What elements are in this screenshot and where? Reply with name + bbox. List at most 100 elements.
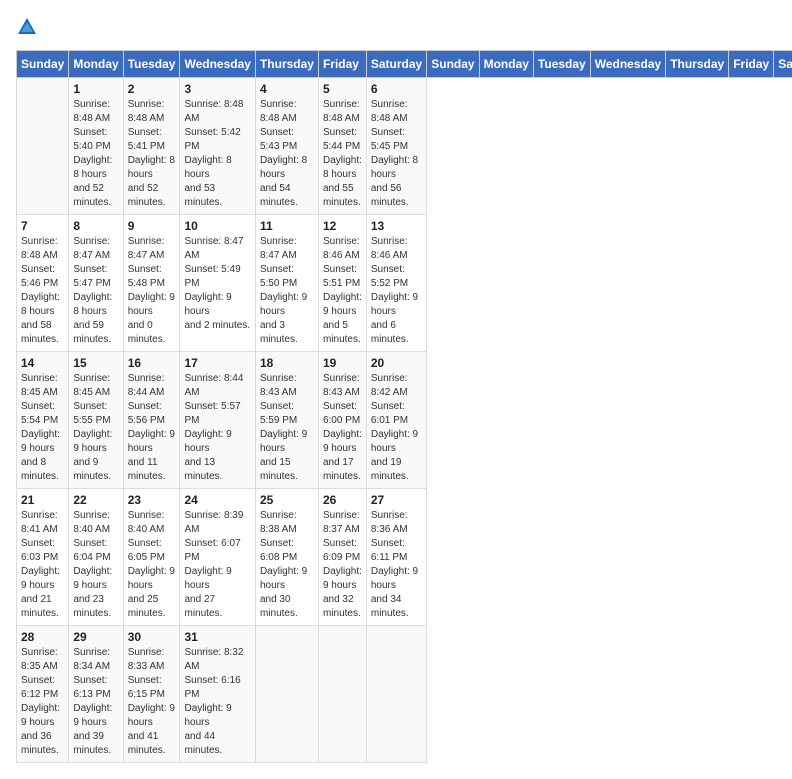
- calendar-cell: 1 Sunrise: 8:48 AM Sunset: 5:40 PM Daylig…: [69, 78, 123, 215]
- calendar-cell: 13 Sunrise: 8:46 AM Sunset: 5:52 PM Dayli…: [366, 215, 426, 352]
- day-number: 10: [184, 219, 250, 233]
- calendar-cell: 8Sunrise: 8:47 AM Sunset: 5:47 PM Daylig…: [69, 215, 123, 352]
- calendar-week-row: 1 Sunrise: 8:48 AM Sunset: 5:40 PM Daylig…: [17, 78, 792, 215]
- day-number: 3: [184, 82, 250, 96]
- day-number: 24: [184, 493, 250, 507]
- day-number: 30: [128, 630, 176, 644]
- day-number: 9: [128, 219, 176, 233]
- cell-info: Sunrise: 8:45 AM Sunset: 5:55 PM Dayligh…: [73, 372, 118, 484]
- day-number: 5: [323, 82, 362, 96]
- day-of-week-header: Sunday: [17, 51, 69, 78]
- calendar-cell: 27 Sunrise: 8:36 AM Sunset: 6:11 PM Dayli…: [366, 489, 426, 626]
- calendar-cell: [17, 78, 69, 215]
- day-of-week-header: Monday: [69, 51, 123, 78]
- day-number: 29: [73, 630, 118, 644]
- calendar-week-row: 28 Sunrise: 8:35 AM Sunset: 6:12 PM Dayli…: [17, 626, 792, 763]
- day-number: 27: [371, 493, 422, 507]
- day-number: 21: [21, 493, 64, 507]
- cell-info: Sunrise: 8:44 AM Sunset: 5:56 PM Dayligh…: [128, 372, 176, 484]
- calendar-cell: 2 Sunrise: 8:48 AM Sunset: 5:41 PM Daylig…: [123, 78, 180, 215]
- calendar-cell: 21 Sunrise: 8:41 AM Sunset: 6:03 PM Dayli…: [17, 489, 69, 626]
- calendar-cell: 7 Sunrise: 8:48 AM Sunset: 5:46 PM Daylig…: [17, 215, 69, 352]
- cell-info: Sunrise: 8:46 AM Sunset: 5:52 PM Dayligh…: [371, 235, 422, 347]
- calendar-cell: [318, 626, 366, 763]
- calendar-cell: [255, 626, 318, 763]
- day-of-week-header: Wednesday: [590, 51, 665, 78]
- day-number: 19: [323, 356, 362, 370]
- day-number: 11: [260, 219, 314, 233]
- cell-info: Sunrise: 8:36 AM Sunset: 6:11 PM Dayligh…: [371, 509, 422, 621]
- cell-info: Sunrise: 8:48 AM Sunset: 5:42 PM Dayligh…: [184, 98, 250, 210]
- cell-info: Sunrise: 8:47 AM Sunset: 5:50 PM Dayligh…: [260, 235, 314, 347]
- cell-info: Sunrise: 8:39 AM Sunset: 6:07 PM Dayligh…: [184, 509, 250, 621]
- day-of-week-header: Saturday: [366, 51, 426, 78]
- day-of-week-header: Tuesday: [123, 51, 180, 78]
- day-number: 26: [323, 493, 362, 507]
- calendar-cell: 14Sunrise: 8:45 AM Sunset: 5:54 PM Dayli…: [17, 352, 69, 489]
- calendar-cell: 15 Sunrise: 8:45 AM Sunset: 5:55 PM Dayli…: [69, 352, 123, 489]
- day-of-week-header: Friday: [318, 51, 366, 78]
- cell-info: Sunrise: 8:32 AM Sunset: 6:16 PM Dayligh…: [184, 646, 250, 758]
- day-number: 1: [73, 82, 118, 96]
- cell-info: Sunrise: 8:48 AM Sunset: 5:46 PM Dayligh…: [21, 235, 64, 347]
- cell-info: Sunrise: 8:41 AM Sunset: 6:03 PM Dayligh…: [21, 509, 64, 621]
- day-number: 31: [184, 630, 250, 644]
- cell-info: Sunrise: 8:46 AM Sunset: 5:51 PM Dayligh…: [323, 235, 362, 347]
- calendar-cell: 10 Sunrise: 8:47 AM Sunset: 5:49 PM Dayli…: [180, 215, 255, 352]
- calendar-cell: 16 Sunrise: 8:44 AM Sunset: 5:56 PM Dayli…: [123, 352, 180, 489]
- cell-info: Sunrise: 8:40 AM Sunset: 6:04 PM Dayligh…: [73, 509, 118, 621]
- day-number: 16: [128, 356, 176, 370]
- day-number: 6: [371, 82, 422, 96]
- cell-info: Sunrise: 8:48 AM Sunset: 5:40 PM Dayligh…: [73, 98, 118, 210]
- day-of-week-header: Sunday: [427, 51, 479, 78]
- day-number: 2: [128, 82, 176, 96]
- calendar-cell: 30 Sunrise: 8:33 AM Sunset: 6:15 PM Dayli…: [123, 626, 180, 763]
- day-of-week-header: Monday: [479, 51, 533, 78]
- calendar-cell: 5Sunrise: 8:48 AM Sunset: 5:44 PM Daylig…: [318, 78, 366, 215]
- day-number: 22: [73, 493, 118, 507]
- day-number: 25: [260, 493, 314, 507]
- day-number: 7: [21, 219, 64, 233]
- calendar-cell: 28 Sunrise: 8:35 AM Sunset: 6:12 PM Dayli…: [17, 626, 69, 763]
- day-number: 13: [371, 219, 422, 233]
- day-of-week-header: Tuesday: [533, 51, 590, 78]
- cell-info: Sunrise: 8:43 AM Sunset: 5:59 PM Dayligh…: [260, 372, 314, 484]
- cell-info: Sunrise: 8:47 AM Sunset: 5:49 PM Dayligh…: [184, 235, 250, 333]
- calendar-cell: 6 Sunrise: 8:48 AM Sunset: 5:45 PM Daylig…: [366, 78, 426, 215]
- day-number: 23: [128, 493, 176, 507]
- day-number: 28: [21, 630, 64, 644]
- calendar-cell: 17 Sunrise: 8:44 AM Sunset: 5:57 PM Dayli…: [180, 352, 255, 489]
- calendar-table: SundayMondayTuesdayWednesdayThursdayFrid…: [16, 50, 792, 763]
- calendar-cell: 3 Sunrise: 8:48 AM Sunset: 5:42 PM Daylig…: [180, 78, 255, 215]
- day-of-week-header: Wednesday: [180, 51, 255, 78]
- logo-icon: [16, 16, 38, 38]
- calendar-cell: 25Sunrise: 8:38 AM Sunset: 6:08 PM Dayli…: [255, 489, 318, 626]
- calendar-cell: 24 Sunrise: 8:39 AM Sunset: 6:07 PM Dayli…: [180, 489, 255, 626]
- calendar-cell: 9Sunrise: 8:47 AM Sunset: 5:48 PM Daylig…: [123, 215, 180, 352]
- calendar-week-row: 14Sunrise: 8:45 AM Sunset: 5:54 PM Dayli…: [17, 352, 792, 489]
- calendar-cell: 19 Sunrise: 8:43 AM Sunset: 6:00 PM Dayli…: [318, 352, 366, 489]
- day-number: 17: [184, 356, 250, 370]
- cell-info: Sunrise: 8:48 AM Sunset: 5:45 PM Dayligh…: [371, 98, 422, 210]
- day-number: 12: [323, 219, 362, 233]
- day-of-week-header: Thursday: [255, 51, 318, 78]
- cell-info: Sunrise: 8:35 AM Sunset: 6:12 PM Dayligh…: [21, 646, 64, 758]
- calendar-cell: 20 Sunrise: 8:42 AM Sunset: 6:01 PM Dayli…: [366, 352, 426, 489]
- day-number: 4: [260, 82, 314, 96]
- logo: [16, 16, 40, 38]
- cell-info: Sunrise: 8:40 AM Sunset: 6:05 PM Dayligh…: [128, 509, 176, 621]
- calendar-cell: 11 Sunrise: 8:47 AM Sunset: 5:50 PM Dayli…: [255, 215, 318, 352]
- day-of-week-header: Thursday: [666, 51, 729, 78]
- cell-info: Sunrise: 8:44 AM Sunset: 5:57 PM Dayligh…: [184, 372, 250, 484]
- calendar-cell: 31 Sunrise: 8:32 AM Sunset: 6:16 PM Dayli…: [180, 626, 255, 763]
- cell-info: Sunrise: 8:42 AM Sunset: 6:01 PM Dayligh…: [371, 372, 422, 484]
- calendar-cell: 22 Sunrise: 8:40 AM Sunset: 6:04 PM Dayli…: [69, 489, 123, 626]
- day-number: 15: [73, 356, 118, 370]
- cell-info: Sunrise: 8:33 AM Sunset: 6:15 PM Dayligh…: [128, 646, 176, 758]
- cell-info: Sunrise: 8:37 AM Sunset: 6:09 PM Dayligh…: [323, 509, 362, 621]
- cell-info: Sunrise: 8:48 AM Sunset: 5:41 PM Dayligh…: [128, 98, 176, 210]
- cell-info: Sunrise: 8:43 AM Sunset: 6:00 PM Dayligh…: [323, 372, 362, 484]
- day-number: 18: [260, 356, 314, 370]
- day-number: 20: [371, 356, 422, 370]
- day-number: 14: [21, 356, 64, 370]
